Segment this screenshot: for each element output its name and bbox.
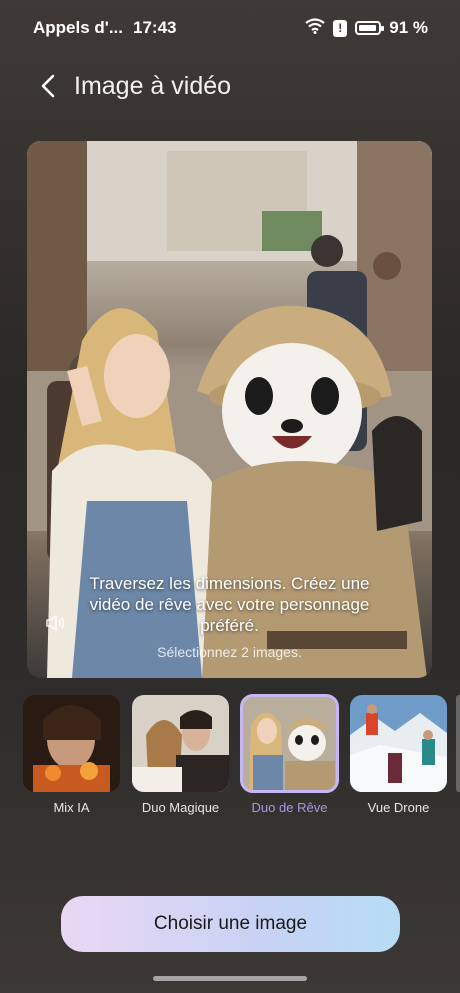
- back-button[interactable]: [28, 66, 68, 106]
- template-vue-drone[interactable]: Vue Drone: [350, 695, 447, 815]
- preview-hint: Sélectionnez 2 images.: [157, 644, 302, 660]
- clock-text: 17:43: [133, 18, 177, 37]
- template-label: Vue Drone: [367, 800, 430, 815]
- next-template-peek[interactable]: [456, 695, 460, 792]
- home-indicator[interactable]: [153, 976, 307, 981]
- choose-image-button[interactable]: Choisir une image: [61, 896, 400, 952]
- preview-image: Traversez les dimensions. Créez une vidé…: [27, 141, 432, 678]
- template-thumbnail: [23, 695, 120, 792]
- preview-caption: Traversez les dimensions. Créez une vidé…: [89, 574, 370, 635]
- battery-percent: 91 %: [389, 18, 428, 37]
- carrier-text: Appels d'...: [33, 18, 123, 37]
- template-duo-magique[interactable]: Duo Magique: [132, 695, 229, 815]
- alert-icon: !: [333, 19, 348, 37]
- top-bar: Image à vidéo: [0, 60, 460, 112]
- battery-fill: [359, 25, 376, 31]
- template-list: Mix IA Duo Magique Duo de Rêve Vue Drone: [23, 694, 447, 815]
- speaker-icon: [46, 615, 65, 631]
- page-title: Image à vidéo: [74, 71, 232, 100]
- sound-toggle[interactable]: [44, 611, 68, 635]
- template-mix-ia[interactable]: Mix IA: [23, 695, 120, 815]
- template-thumbnail: [132, 695, 229, 792]
- status-bar: Appels d'... 17:43 ! 91 %: [0, 0, 460, 56]
- status-left: Appels d'... 17:43: [33, 18, 176, 38]
- battery-icon: [355, 21, 385, 35]
- wifi-icon: [305, 17, 325, 39]
- template-label: Duo Magique: [141, 800, 220, 815]
- template-thumbnail: [350, 695, 447, 792]
- chevron-left-icon: [41, 74, 55, 98]
- template-duo-de-reve[interactable]: Duo de Rêve: [240, 694, 339, 815]
- status-right: ! 91 %: [305, 17, 428, 39]
- template-label: Mix IA: [53, 800, 90, 815]
- template-label: Duo de Rêve: [251, 800, 328, 815]
- template-thumbnail: [240, 694, 339, 793]
